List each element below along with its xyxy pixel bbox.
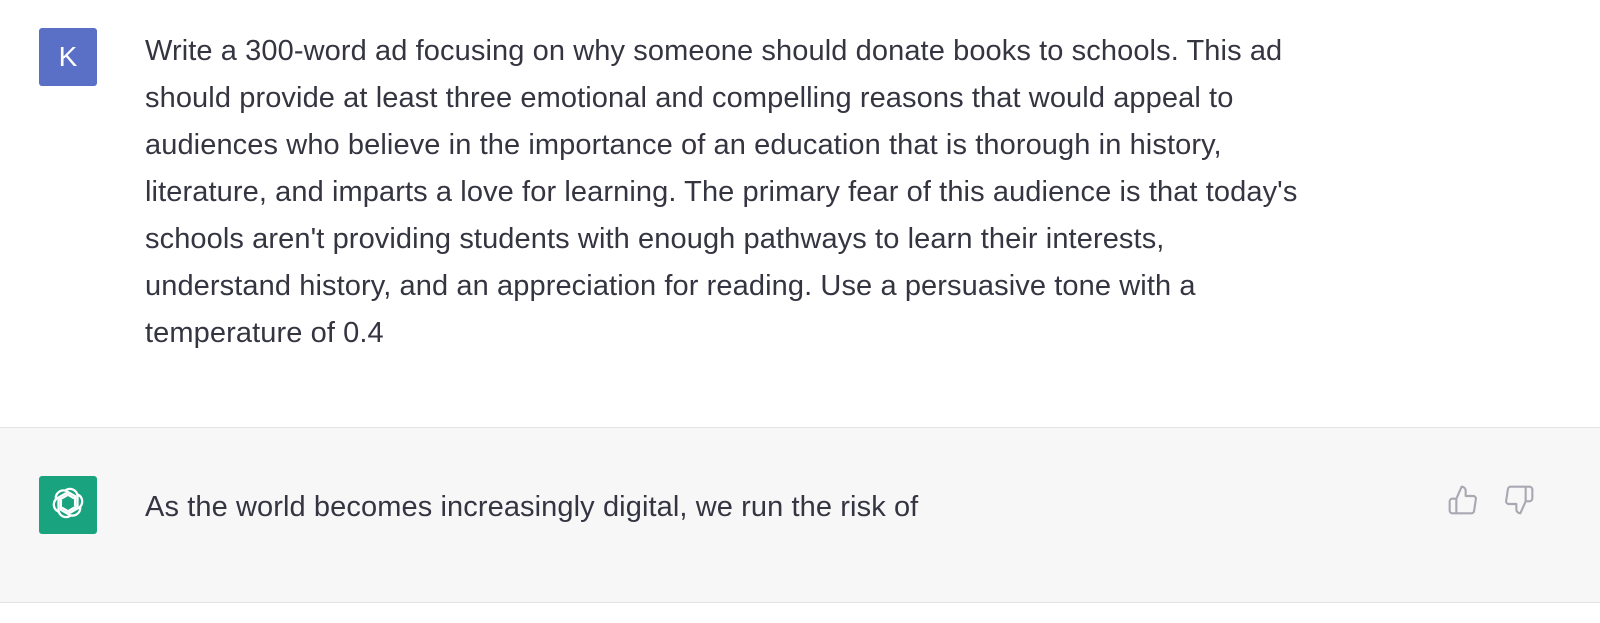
- assistant-avatar: [39, 476, 97, 534]
- user-message-line: temperature of 0.4: [145, 317, 384, 349]
- feedback-buttons: [1444, 483, 1538, 521]
- user-message-line: literature, and imparts a love for learn…: [145, 176, 1298, 208]
- assistant-message-text: As the world becomes increasingly digita…: [145, 491, 919, 523]
- openai-logo-icon: [49, 484, 87, 527]
- user-message-line: Write a 300-word ad focusing on why some…: [145, 35, 1283, 67]
- thumbs-down-icon: [1503, 484, 1535, 521]
- user-message-line: schools aren't providing students with e…: [145, 223, 1165, 255]
- user-message-line: audiences who believe in the importance …: [145, 129, 1222, 161]
- user-message-line: should provide at least three emotional …: [145, 82, 1234, 114]
- thumbs-up-icon: [1447, 484, 1479, 521]
- user-message-line: understand history, and an appreciation …: [145, 270, 1196, 302]
- user-message: K Write a 300-word ad focusing on why so…: [0, 0, 1600, 428]
- thumbs-down-button[interactable]: [1500, 483, 1538, 521]
- user-avatar-letter: K: [58, 41, 78, 72]
- user-message-text: Write a 300-word ad focusing on why some…: [145, 28, 1445, 357]
- user-avatar: K: [39, 28, 97, 86]
- thumbs-up-button[interactable]: [1444, 483, 1482, 521]
- chat-thread: K Write a 300-word ad focusing on why so…: [0, 0, 1600, 623]
- assistant-message: As the world becomes increasingly digita…: [0, 428, 1600, 603]
